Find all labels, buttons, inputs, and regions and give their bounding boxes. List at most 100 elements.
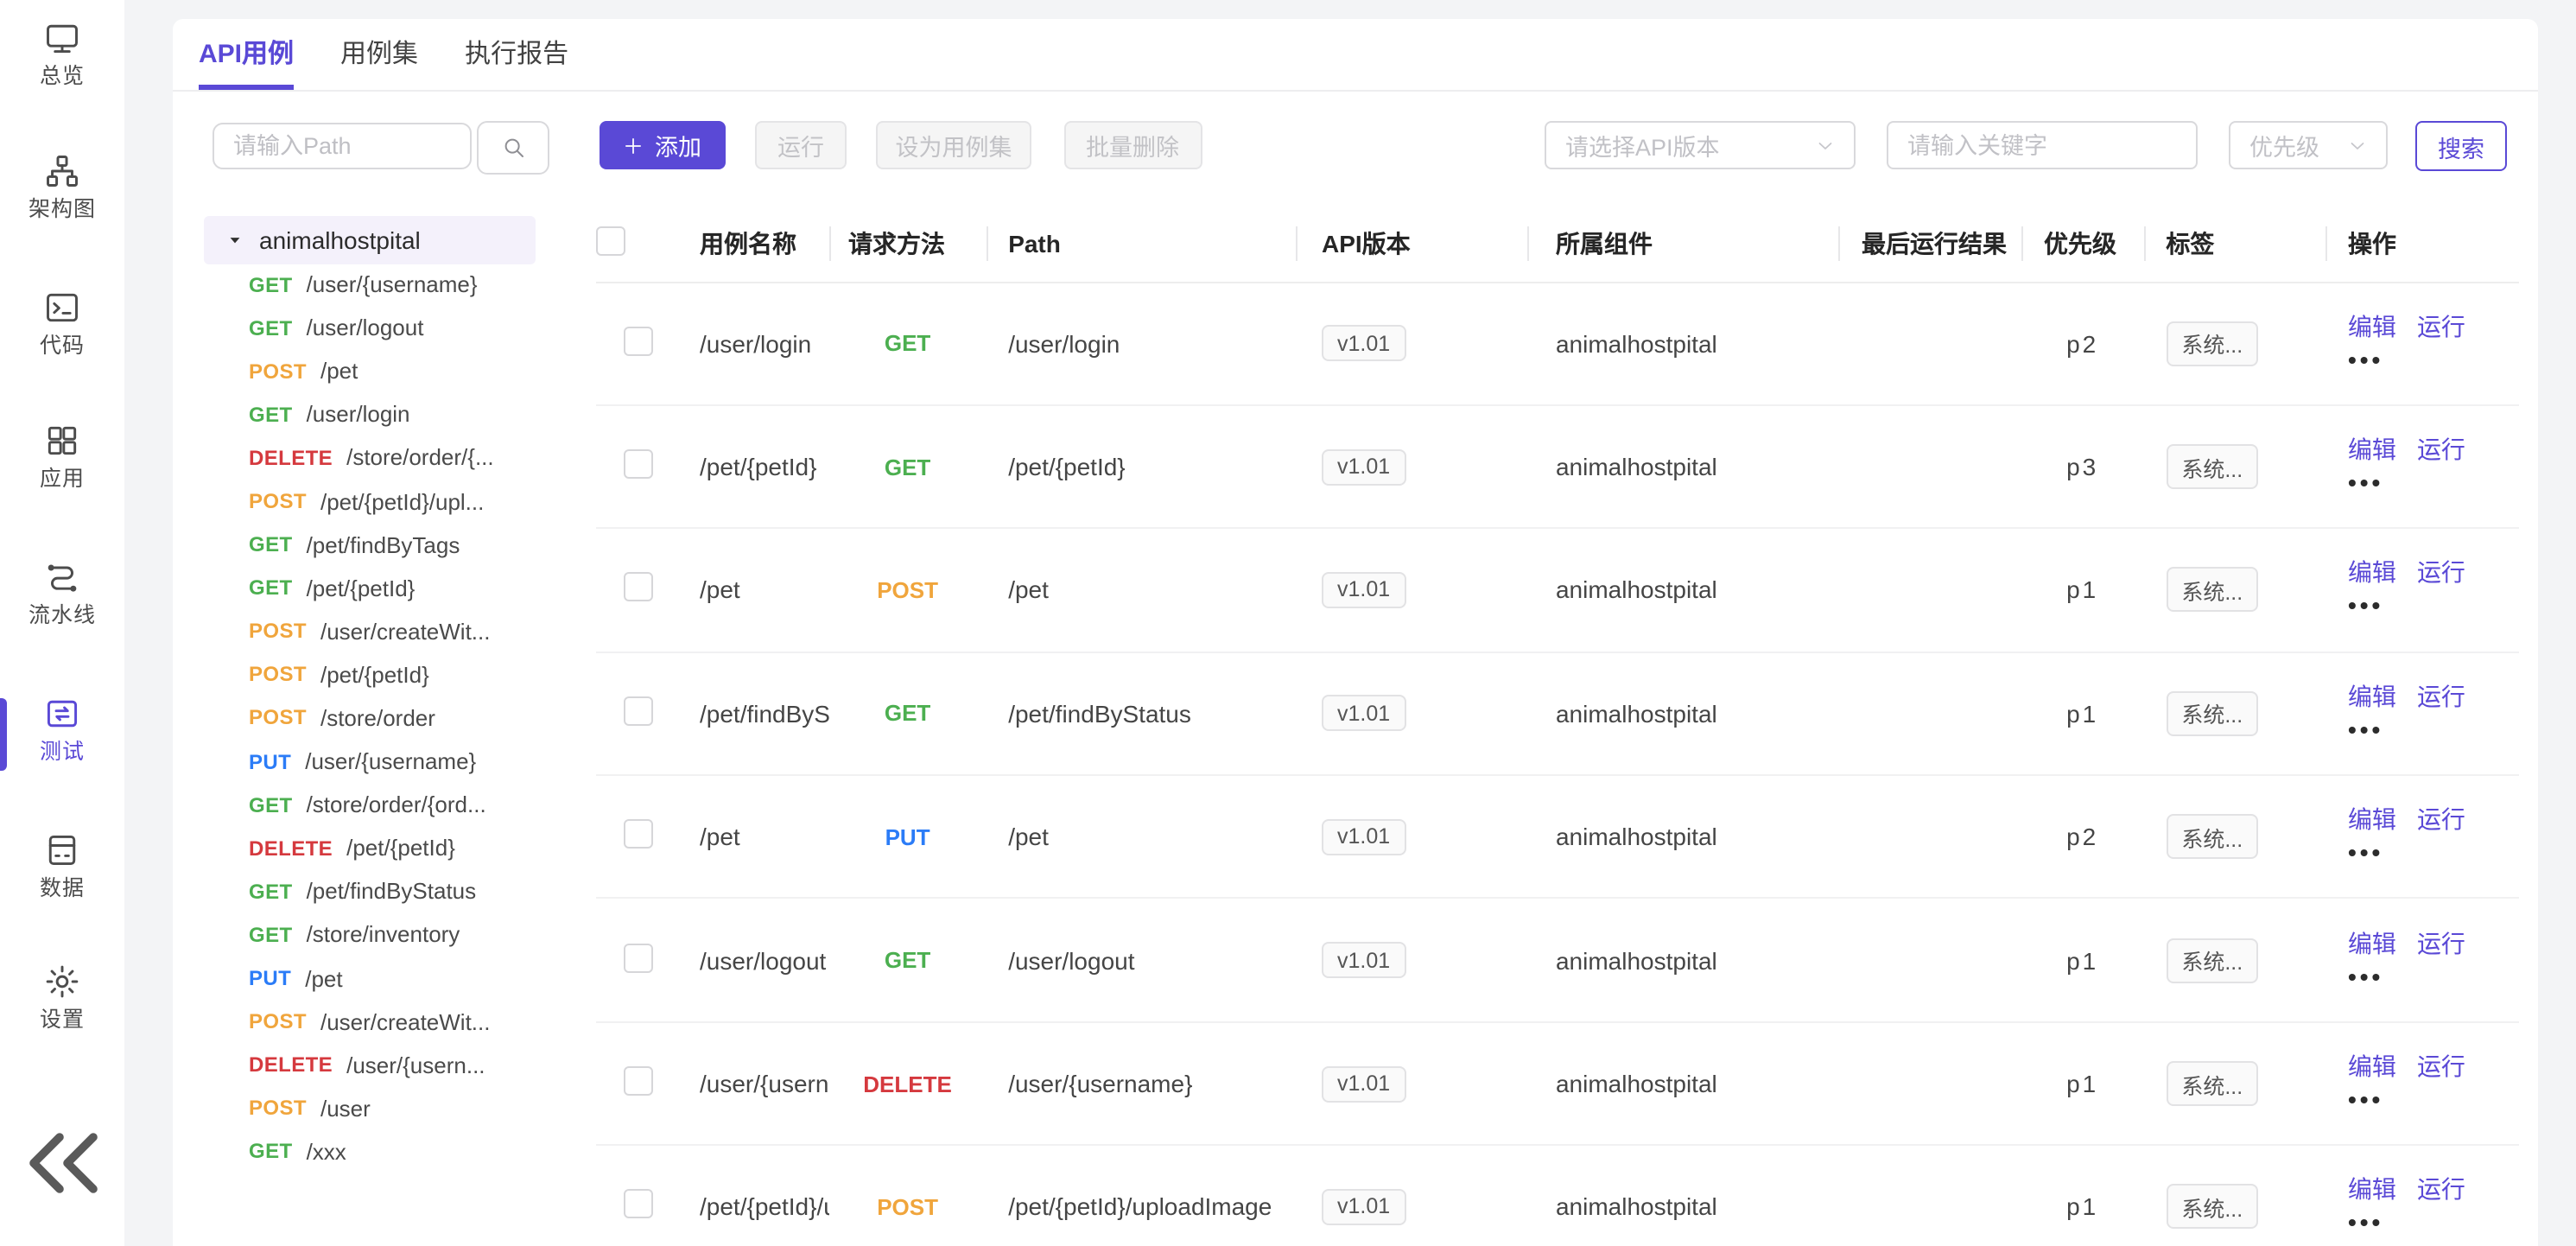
http-method-label: POST bbox=[249, 489, 307, 513]
run-link[interactable]: 运行 bbox=[2417, 681, 2465, 714]
set-as-suite-button[interactable]: 设为用例集 bbox=[876, 121, 1031, 169]
http-method-label: GET bbox=[249, 532, 293, 556]
edit-link[interactable]: 编辑 bbox=[2348, 557, 2396, 590]
more-actions-icon[interactable]: ••• bbox=[2348, 467, 2519, 499]
api-version-badge: v1.01 bbox=[1322, 696, 1405, 732]
run-button[interactable]: 运行 bbox=[755, 121, 847, 169]
case-path: /pet/{petId}/uploadImage bbox=[986, 1193, 1296, 1221]
tree-endpoint-item[interactable]: POST /user/createWit... bbox=[204, 610, 549, 653]
http-method-label: POST bbox=[249, 359, 307, 383]
table-row: /pet PUT /pet v1.01 animalhostpital p2 系… bbox=[596, 776, 2519, 900]
more-actions-icon[interactable]: ••• bbox=[2348, 714, 2519, 747]
api-version-select[interactable]: 请选择API版本 bbox=[1545, 121, 1856, 169]
row-checkbox[interactable] bbox=[624, 943, 653, 972]
sidebar-item[interactable]: 流水线 bbox=[0, 558, 124, 627]
row-checkbox[interactable] bbox=[624, 1190, 653, 1219]
sidebar-item[interactable]: 总览 bbox=[0, 19, 124, 88]
select-all-checkbox[interactable] bbox=[596, 226, 625, 256]
row-checkbox[interactable] bbox=[624, 1066, 653, 1096]
tree-endpoint-item[interactable]: GET /pet/findByStatus bbox=[204, 870, 549, 913]
table-row: /pet POST /pet v1.01 animalhostpital p1 … bbox=[596, 530, 2519, 653]
edit-link[interactable]: 编辑 bbox=[2348, 310, 2396, 343]
tab[interactable]: API用例 bbox=[199, 19, 294, 90]
search-button[interactable]: 搜索 bbox=[2415, 121, 2507, 171]
table-row: /pet/{petId} GET /pet/{petId} v1.01 anim… bbox=[596, 406, 2519, 530]
http-method-label: POST bbox=[249, 663, 307, 687]
tree-endpoint-item[interactable]: POST /user/createWit... bbox=[204, 1000, 549, 1043]
tree-endpoint-item[interactable]: GET /store/inventory bbox=[204, 913, 549, 957]
run-link[interactable]: 运行 bbox=[2417, 804, 2465, 837]
sidebar-item[interactable]: 架构图 bbox=[0, 152, 124, 221]
keyword-input[interactable] bbox=[1888, 123, 2196, 168]
tree-endpoint-item[interactable]: POST /store/order bbox=[204, 696, 549, 740]
tree-endpoint-item[interactable]: GET /user/login bbox=[204, 393, 549, 436]
tree-endpoint-item[interactable]: DELETE /store/order/{... bbox=[204, 436, 549, 480]
more-actions-icon[interactable]: ••• bbox=[2348, 960, 2519, 993]
tab[interactable]: 用例集 bbox=[340, 19, 418, 90]
col-api-version: API版本 bbox=[1296, 226, 1528, 261]
sidebar-item[interactable]: 代码 bbox=[0, 289, 124, 358]
tree-endpoint-item[interactable]: GET /user/{username} bbox=[204, 263, 549, 306]
run-link[interactable]: 运行 bbox=[2417, 310, 2465, 343]
tree-endpoint-item[interactable]: PUT /pet bbox=[204, 957, 549, 1000]
api-version-badge: v1.01 bbox=[1322, 325, 1405, 361]
tab[interactable]: 执行报告 bbox=[465, 19, 568, 90]
tree-endpoint-item[interactable]: POST /pet/{petId} bbox=[204, 653, 549, 696]
sidebar-item[interactable]: 应用 bbox=[0, 422, 124, 491]
path-search-input[interactable] bbox=[213, 123, 472, 169]
tree-endpoint-item[interactable]: GET /user/logout bbox=[204, 306, 549, 349]
tree-endpoint-item[interactable]: GET /xxx bbox=[204, 1130, 549, 1173]
tree-endpoint-item[interactable]: PUT /user/{username} bbox=[204, 740, 549, 783]
sidebar-item[interactable]: 测试 bbox=[0, 695, 124, 764]
edit-link[interactable]: 编辑 bbox=[2348, 681, 2396, 714]
row-checkbox[interactable] bbox=[624, 820, 653, 849]
caret-down-icon[interactable] bbox=[226, 232, 244, 249]
more-actions-icon[interactable]: ••• bbox=[2348, 837, 2519, 870]
http-method-label: GET bbox=[249, 1140, 293, 1164]
edit-link[interactable]: 编辑 bbox=[2348, 1051, 2396, 1084]
row-checkbox[interactable] bbox=[624, 696, 653, 726]
http-method-label: GET bbox=[249, 272, 293, 296]
http-method-label: PUT bbox=[249, 749, 291, 773]
tree-endpoint-item[interactable]: POST /pet bbox=[204, 349, 549, 392]
table-header: 用例名称 请求方法 Path API版本 所属组件 最后运行结果 优先级 标签 … bbox=[596, 206, 2519, 283]
more-actions-icon[interactable]: ••• bbox=[2348, 1084, 2519, 1116]
row-checkbox[interactable] bbox=[624, 449, 653, 479]
case-path: /pet/{petId} bbox=[986, 453, 1296, 480]
tree-endpoint-item[interactable]: POST /pet/{petId}/upl... bbox=[204, 480, 549, 523]
case-name: /pet/{petId}/u... bbox=[679, 1193, 829, 1221]
run-link[interactable]: 运行 bbox=[2417, 927, 2465, 960]
edit-link[interactable]: 编辑 bbox=[2348, 434, 2396, 467]
more-actions-icon[interactable]: ••• bbox=[2348, 343, 2519, 376]
sidebar-item[interactable]: 设置 bbox=[0, 963, 124, 1032]
case-priority: p1 bbox=[2021, 946, 2143, 974]
tree-endpoint-item[interactable]: DELETE /user/{usern... bbox=[204, 1043, 549, 1086]
run-link[interactable]: 运行 bbox=[2417, 434, 2465, 467]
more-actions-icon[interactable]: ••• bbox=[2348, 590, 2519, 623]
case-priority: p1 bbox=[2021, 1193, 2143, 1221]
row-checkbox[interactable] bbox=[624, 573, 653, 602]
tree-root-node[interactable]: animalhostpital bbox=[204, 215, 536, 264]
tree-endpoint-item[interactable]: GET /pet/{petId} bbox=[204, 566, 549, 609]
batch-delete-button[interactable]: 批量删除 bbox=[1063, 121, 1202, 169]
add-button[interactable]: 添加 bbox=[599, 121, 725, 169]
path-search-button[interactable] bbox=[477, 121, 549, 175]
edit-link[interactable]: 编辑 bbox=[2348, 804, 2396, 837]
chevron-down-icon bbox=[1814, 134, 1837, 156]
run-link[interactable]: 运行 bbox=[2417, 1174, 2465, 1207]
tree-endpoint-item[interactable]: GET /store/order/{ord... bbox=[204, 783, 549, 826]
tree-endpoint-item[interactable]: DELETE /pet/{petId} bbox=[204, 826, 549, 869]
tree-endpoint-item[interactable]: POST /user bbox=[204, 1087, 549, 1130]
edit-link[interactable]: 编辑 bbox=[2348, 927, 2396, 960]
priority-select[interactable]: 优先级 bbox=[2229, 121, 2388, 169]
more-actions-icon[interactable]: ••• bbox=[2348, 1207, 2519, 1240]
row-checkbox[interactable] bbox=[624, 326, 653, 355]
case-component: animalhostpital bbox=[1528, 453, 1839, 480]
run-link[interactable]: 运行 bbox=[2417, 557, 2465, 590]
endpoint-path-label: /store/inventory bbox=[307, 922, 460, 948]
run-link[interactable]: 运行 bbox=[2417, 1051, 2465, 1084]
collapse-sidebar-button[interactable] bbox=[0, 1101, 124, 1225]
tree-endpoint-item[interactable]: GET /pet/findByTags bbox=[204, 523, 549, 566]
edit-link[interactable]: 编辑 bbox=[2348, 1174, 2396, 1207]
sidebar-item[interactable]: 数据 bbox=[0, 831, 124, 900]
